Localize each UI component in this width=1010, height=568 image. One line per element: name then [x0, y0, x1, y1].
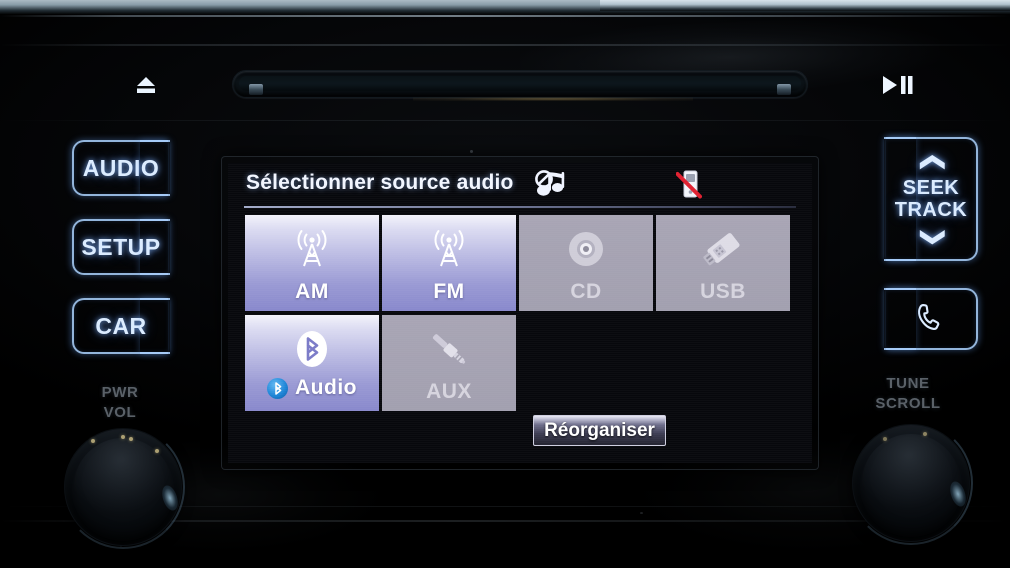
aux-jack-glyph	[432, 334, 466, 364]
seek-label: SEEK	[902, 176, 960, 199]
radio-tower-icon	[427, 226, 471, 272]
setup-key-label: SETUP	[81, 233, 161, 260]
reorganize-button[interactable]: Réorganiser	[533, 415, 666, 446]
phone-disconnected-icon	[675, 168, 702, 200]
compact-disc-icon	[564, 226, 608, 272]
bluetooth-glyph	[297, 331, 327, 367]
knob-speck	[155, 449, 159, 453]
source-bluetooth-audio-label: Audio	[295, 376, 357, 399]
title-divider	[244, 206, 796, 208]
music-muted-icon	[533, 168, 567, 200]
screen-titlebar: Sélectionner source audio	[228, 163, 812, 205]
cd-slot[interactable]	[232, 70, 808, 101]
source-usb-label: USB	[700, 280, 746, 303]
play-pause-button[interactable]	[878, 70, 918, 100]
radio-tower-icon	[290, 226, 334, 272]
power-volume-knob[interactable]	[61, 425, 185, 549]
knob-speck	[91, 439, 95, 443]
bezel-edge-top	[0, 15, 1010, 17]
bluetooth-badge-glyph	[274, 381, 281, 395]
source-fm-label: FM	[433, 280, 465, 303]
chevron-up-icon[interactable]: ❯	[917, 151, 944, 172]
dash-top-reflection-right	[600, 0, 1010, 11]
source-bluetooth-audio[interactable]: Audio	[245, 315, 379, 411]
vol-label: VOL	[103, 404, 137, 421]
power-volume-knob-label: PWR VOL	[60, 383, 180, 423]
source-aux[interactable]: AUX	[382, 315, 516, 411]
radio-tower-glyph	[297, 230, 327, 267]
seek-track-key[interactable]: ❯ SEEK TRACK ❮	[884, 137, 978, 261]
car-audio-head-unit: AUDIO SETUP CAR ❯ SEEK TRACK ❮ PWR VOL T…	[0, 0, 1010, 568]
bluetooth-icon	[291, 326, 333, 372]
audio-key-label: AUDIO	[82, 154, 160, 181]
lcd-screen: Sélectionner source audio AM FM CD USB A…	[228, 163, 812, 463]
scroll-label: SCROLL	[875, 395, 941, 412]
audio-source-grid: AM FM CD USB Audio AUX	[245, 215, 797, 411]
aux-jack-icon	[423, 326, 475, 372]
play-pause-icon	[883, 76, 913, 94]
dust-speck	[640, 512, 643, 514]
cd-slot-gloss	[413, 97, 693, 101]
audio-key[interactable]: AUDIO	[72, 140, 170, 196]
source-am-label: AM	[295, 280, 329, 303]
chevron-down-icon[interactable]: ❮	[917, 226, 944, 247]
source-bluetooth-label-row: Audio	[267, 376, 357, 400]
tune-label: TUNE	[886, 375, 930, 392]
phone-handset-icon	[918, 304, 940, 330]
compact-disc-glyph	[569, 232, 603, 266]
source-am[interactable]: AM	[245, 215, 379, 311]
bluetooth-badge-icon	[267, 377, 288, 399]
panel-seam-upper	[0, 120, 1010, 121]
page-title: Sélectionner source audio	[246, 171, 514, 194]
knob-speck	[883, 437, 887, 441]
knob-speck	[923, 432, 927, 436]
car-key[interactable]: CAR	[72, 298, 170, 354]
cd-slot-opening	[239, 76, 801, 95]
source-slot-empty	[519, 315, 653, 411]
source-fm[interactable]: FM	[382, 215, 516, 311]
source-cd[interactable]: CD	[519, 215, 653, 311]
bezel-edge-secondary	[0, 44, 1010, 46]
reorganize-button-label: Réorganiser	[544, 419, 655, 441]
source-usb[interactable]: USB	[656, 215, 790, 311]
source-slot-empty	[656, 315, 790, 411]
usb-stick-glyph	[703, 233, 740, 266]
usb-stick-icon	[698, 226, 748, 272]
music-note-mute-glyph	[535, 170, 565, 196]
radio-tower-glyph	[434, 230, 464, 267]
cd-slot-marker-left	[249, 84, 263, 95]
eject-button[interactable]	[131, 70, 161, 100]
setup-key[interactable]: SETUP	[72, 219, 170, 275]
knob-speck	[121, 435, 125, 439]
cd-slot-marker-right	[777, 84, 791, 95]
eject-icon	[137, 77, 155, 93]
dust-speck	[470, 150, 473, 153]
pwr-label: PWR	[101, 384, 139, 401]
source-aux-label: AUX	[426, 380, 472, 403]
source-cd-label: CD	[570, 280, 602, 303]
car-key-label: CAR	[95, 312, 147, 339]
phone-key[interactable]	[884, 288, 978, 350]
knob-speck	[129, 437, 133, 441]
phone-disconnect-glyph	[675, 170, 702, 199]
track-label: TRACK	[894, 198, 968, 221]
tune-scroll-knob-label: TUNE SCROLL	[848, 374, 968, 414]
tune-scroll-knob[interactable]	[849, 421, 973, 545]
